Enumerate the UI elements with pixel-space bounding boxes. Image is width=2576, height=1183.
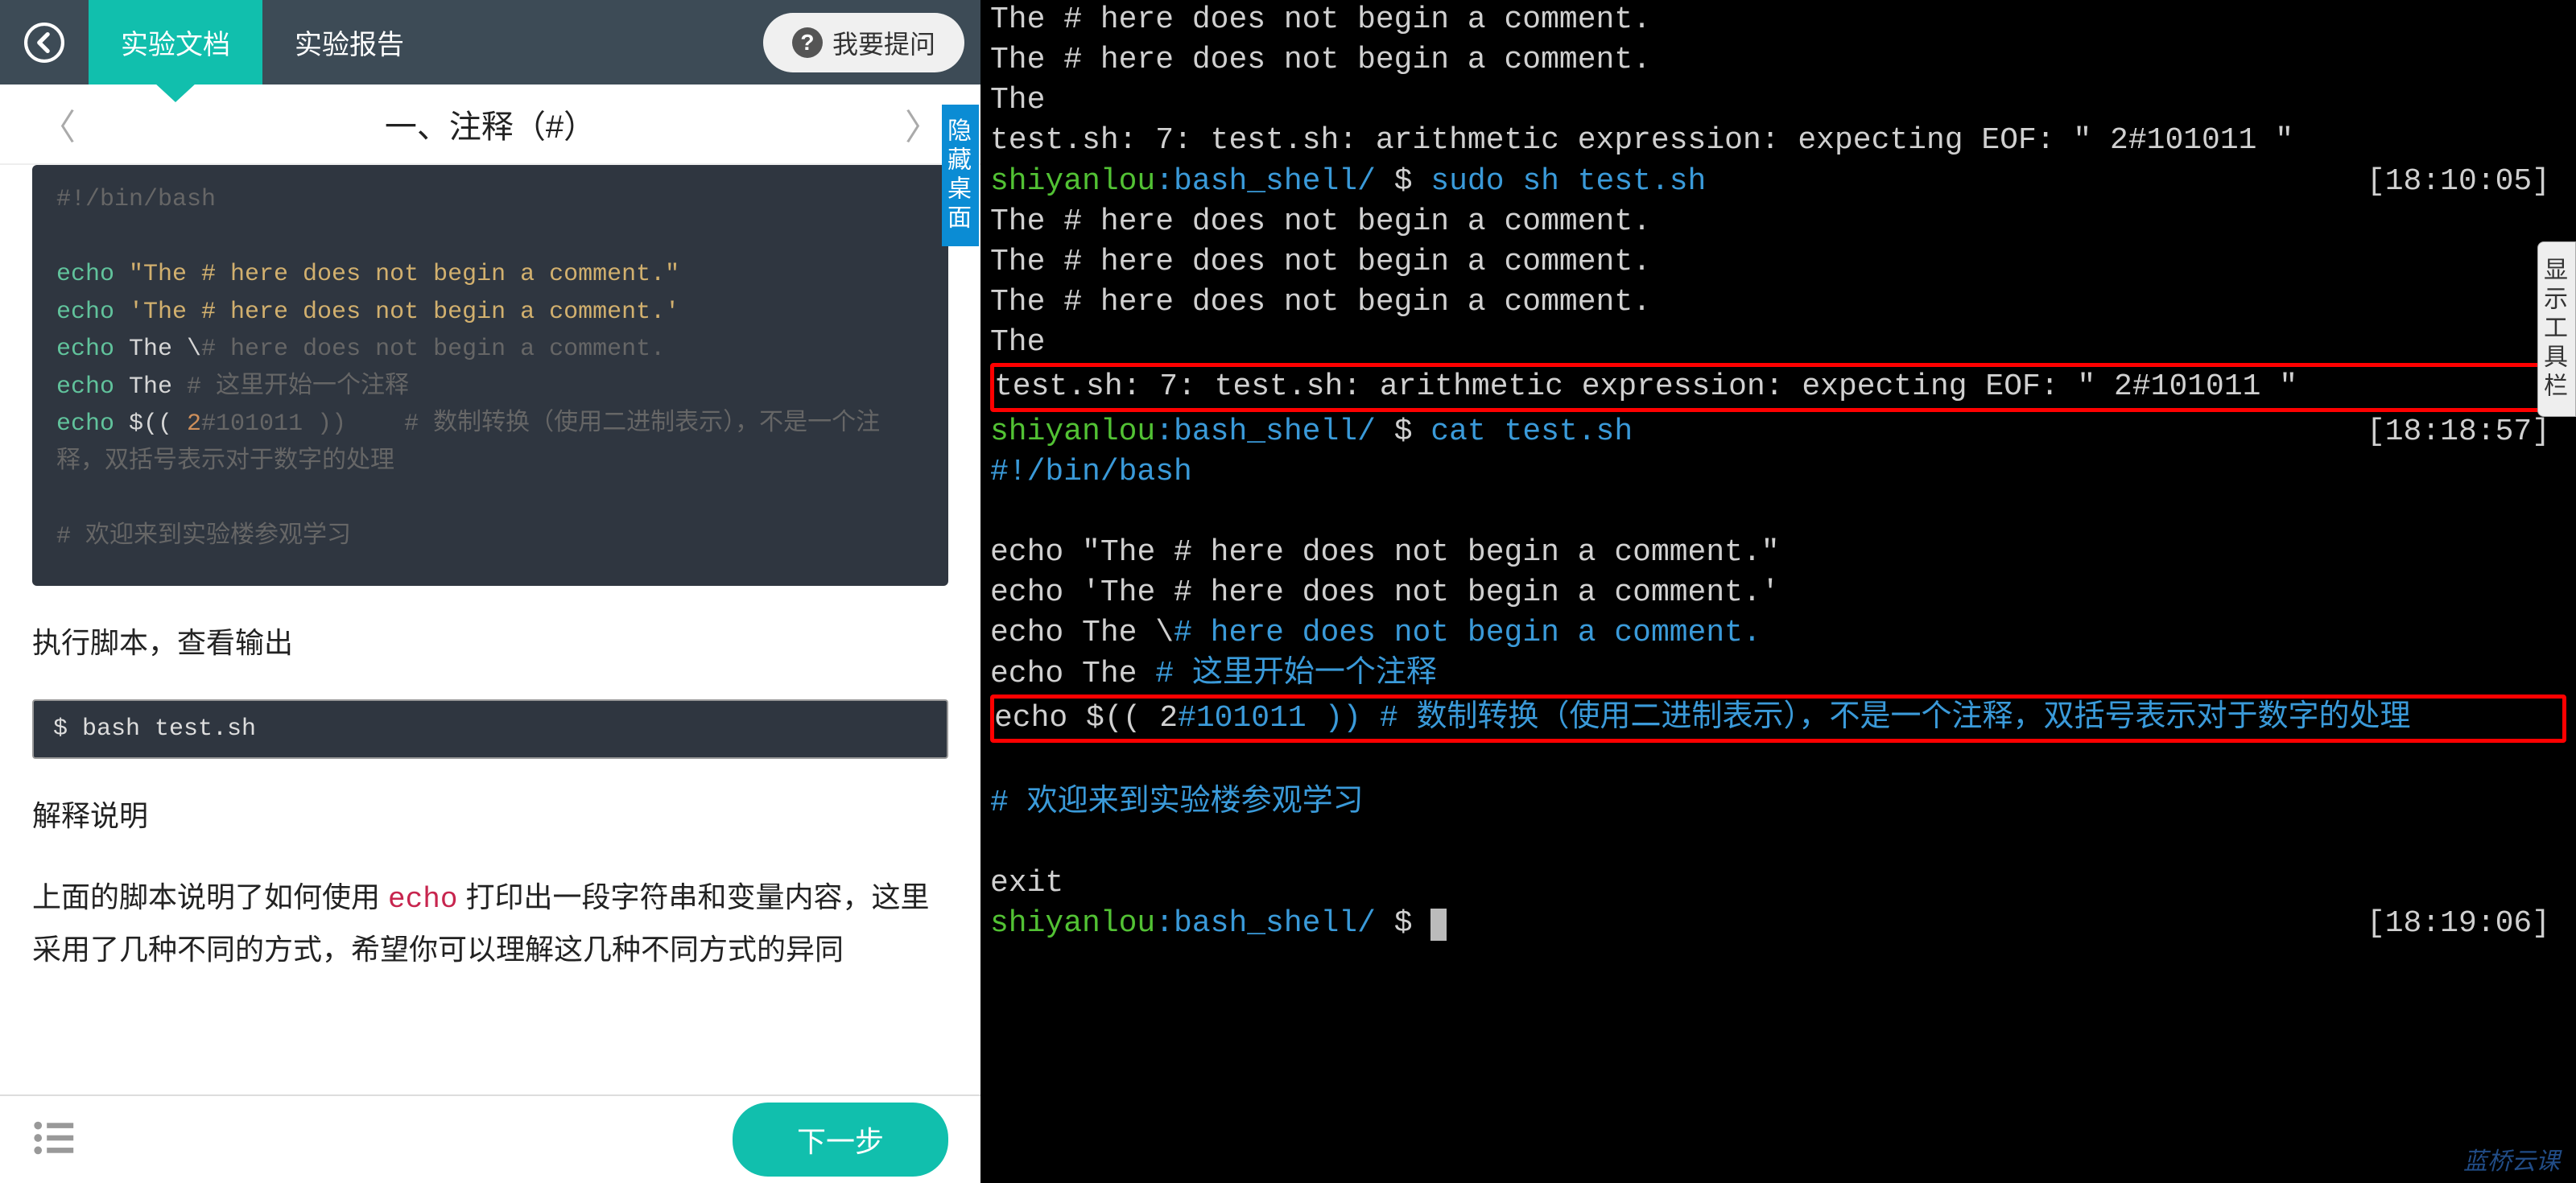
back-button[interactable] <box>0 0 89 84</box>
next-step-button[interactable]: 下一步 <box>733 1103 948 1177</box>
terminal-cursor <box>1430 909 1447 941</box>
paragraph-heading: 解释说明 <box>32 791 948 840</box>
terminal-timestamp: [18:18:57] <box>2367 412 2550 452</box>
terminal-line: The # here does not begin a comment. <box>990 242 2566 282</box>
paragraph: 上面的脚本说明了如何使用 echo 打印出一段字符串和变量内容，这里采用了几种不… <box>32 872 948 973</box>
tab-label: 实验报告 <box>295 23 404 62</box>
question-mark-icon: ? <box>792 27 823 58</box>
paragraph: 执行脚本，查看输出 <box>32 618 948 667</box>
code-line <box>56 480 924 518</box>
terminal-line <box>990 823 2566 864</box>
terminal-line: echo The \# here does not begin a commen… <box>990 613 2566 653</box>
terminal-line: The # here does not begin a comment. <box>990 202 2566 242</box>
terminal-line: echo 'The # here does not begin a commen… <box>990 573 2566 613</box>
next-label: 下一步 <box>797 1125 884 1158</box>
header-bar: 实验文档 实验报告 ? 我要提问 <box>0 0 980 84</box>
code-line: # 欢迎来到实验楼参观学习 <box>56 518 924 556</box>
terminal-line: echo "The # here does not begin a commen… <box>990 533 2566 573</box>
command-text: $ bash test.sh <box>53 715 256 743</box>
terminal-prompt-line: shiyanlou:bash_shell/ $ cat test.sh [18:… <box>990 412 2566 452</box>
tab-experiment-report[interactable]: 实验报告 <box>262 0 436 84</box>
code-line: #!/bin/bash <box>56 181 924 219</box>
terminal-line: The # here does not begin a comment. <box>990 282 2566 323</box>
tab-experiment-doc[interactable]: 实验文档 <box>89 0 262 84</box>
terminal-line: The # here does not begin a comment. <box>990 0 2566 40</box>
terminal-line <box>990 743 2566 783</box>
section-title: 一、注释（#） <box>385 101 596 147</box>
ask-question-button[interactable]: ? 我要提问 <box>763 13 964 72</box>
tab-label: 实验文档 <box>121 23 230 62</box>
command-block: $ bash test.sh <box>32 699 948 759</box>
doc-content[interactable]: #!/bin/bash echo "The # here does not be… <box>0 165 980 1094</box>
ask-label: 我要提问 <box>832 24 935 61</box>
back-arrow-icon <box>24 23 64 63</box>
terminal-line: test.sh: 7: test.sh: arithmetic expressi… <box>990 121 2566 161</box>
terminal[interactable]: The # here does not begin a comment. The… <box>980 0 2576 1183</box>
inline-code: echo <box>388 883 457 916</box>
prev-section-button[interactable]: 〈 <box>40 98 76 150</box>
code-line <box>56 219 924 257</box>
terminal-prompt-line: shiyanlou:bash_shell/ $ sudo sh test.sh … <box>990 162 2566 202</box>
code-line: echo The \# here does not begin a commen… <box>56 331 924 369</box>
hide-desktop-tab[interactable]: 隐藏桌面 <box>942 105 979 246</box>
terminal-timestamp: [18:10:05] <box>2367 162 2550 202</box>
code-line: echo The # 这里开始一个注释 <box>56 369 924 406</box>
terminal-line: exit <box>990 864 2566 904</box>
terminal-line-highlighted: test.sh: 7: test.sh: arithmetic expressi… <box>990 363 2566 411</box>
terminal-line: echo The # 这里开始一个注释 <box>990 654 2566 695</box>
section-nav: 〈 一、注释（#） 〉 <box>0 84 980 165</box>
terminal-line-highlighted: echo $(( 2#101011 )) # 数制转换（使用二进制表示），不是一… <box>990 695 2566 743</box>
next-section-button[interactable]: 〉 <box>905 98 940 150</box>
terminal-line: The <box>990 80 2566 121</box>
terminal-line <box>990 493 2566 533</box>
show-toolbar-tab[interactable]: 显示工具栏 <box>2537 241 2576 417</box>
terminal-line: The # here does not begin a comment. <box>990 40 2566 80</box>
terminal-line: # 欢迎来到实验楼参观学习 <box>990 783 2566 823</box>
footer-bar: 下一步 <box>0 1094 980 1183</box>
terminal-panel[interactable]: The # here does not begin a comment. The… <box>980 0 2576 1183</box>
code-block-script: #!/bin/bash echo "The # here does not be… <box>32 165 948 586</box>
terminal-line: The <box>990 323 2566 363</box>
code-line: echo 'The # here does not begin a commen… <box>56 294 924 332</box>
menu-icon <box>32 1120 76 1156</box>
terminal-line: #!/bin/bash <box>990 452 2566 493</box>
code-line: echo "The # here does not begin a commen… <box>56 256 924 294</box>
terminal-timestamp: [18:19:06] <box>2367 904 2550 944</box>
terminal-prompt-line: shiyanlou:bash_shell/ $ [18:19:06] <box>990 904 2566 944</box>
watermark: 蓝桥云课 <box>2463 1141 2560 1177</box>
toc-menu-button[interactable] <box>32 1120 76 1160</box>
code-line: echo $(( 2#101011 )) # 数制转换（使用二进制表示），不是一… <box>56 406 924 480</box>
